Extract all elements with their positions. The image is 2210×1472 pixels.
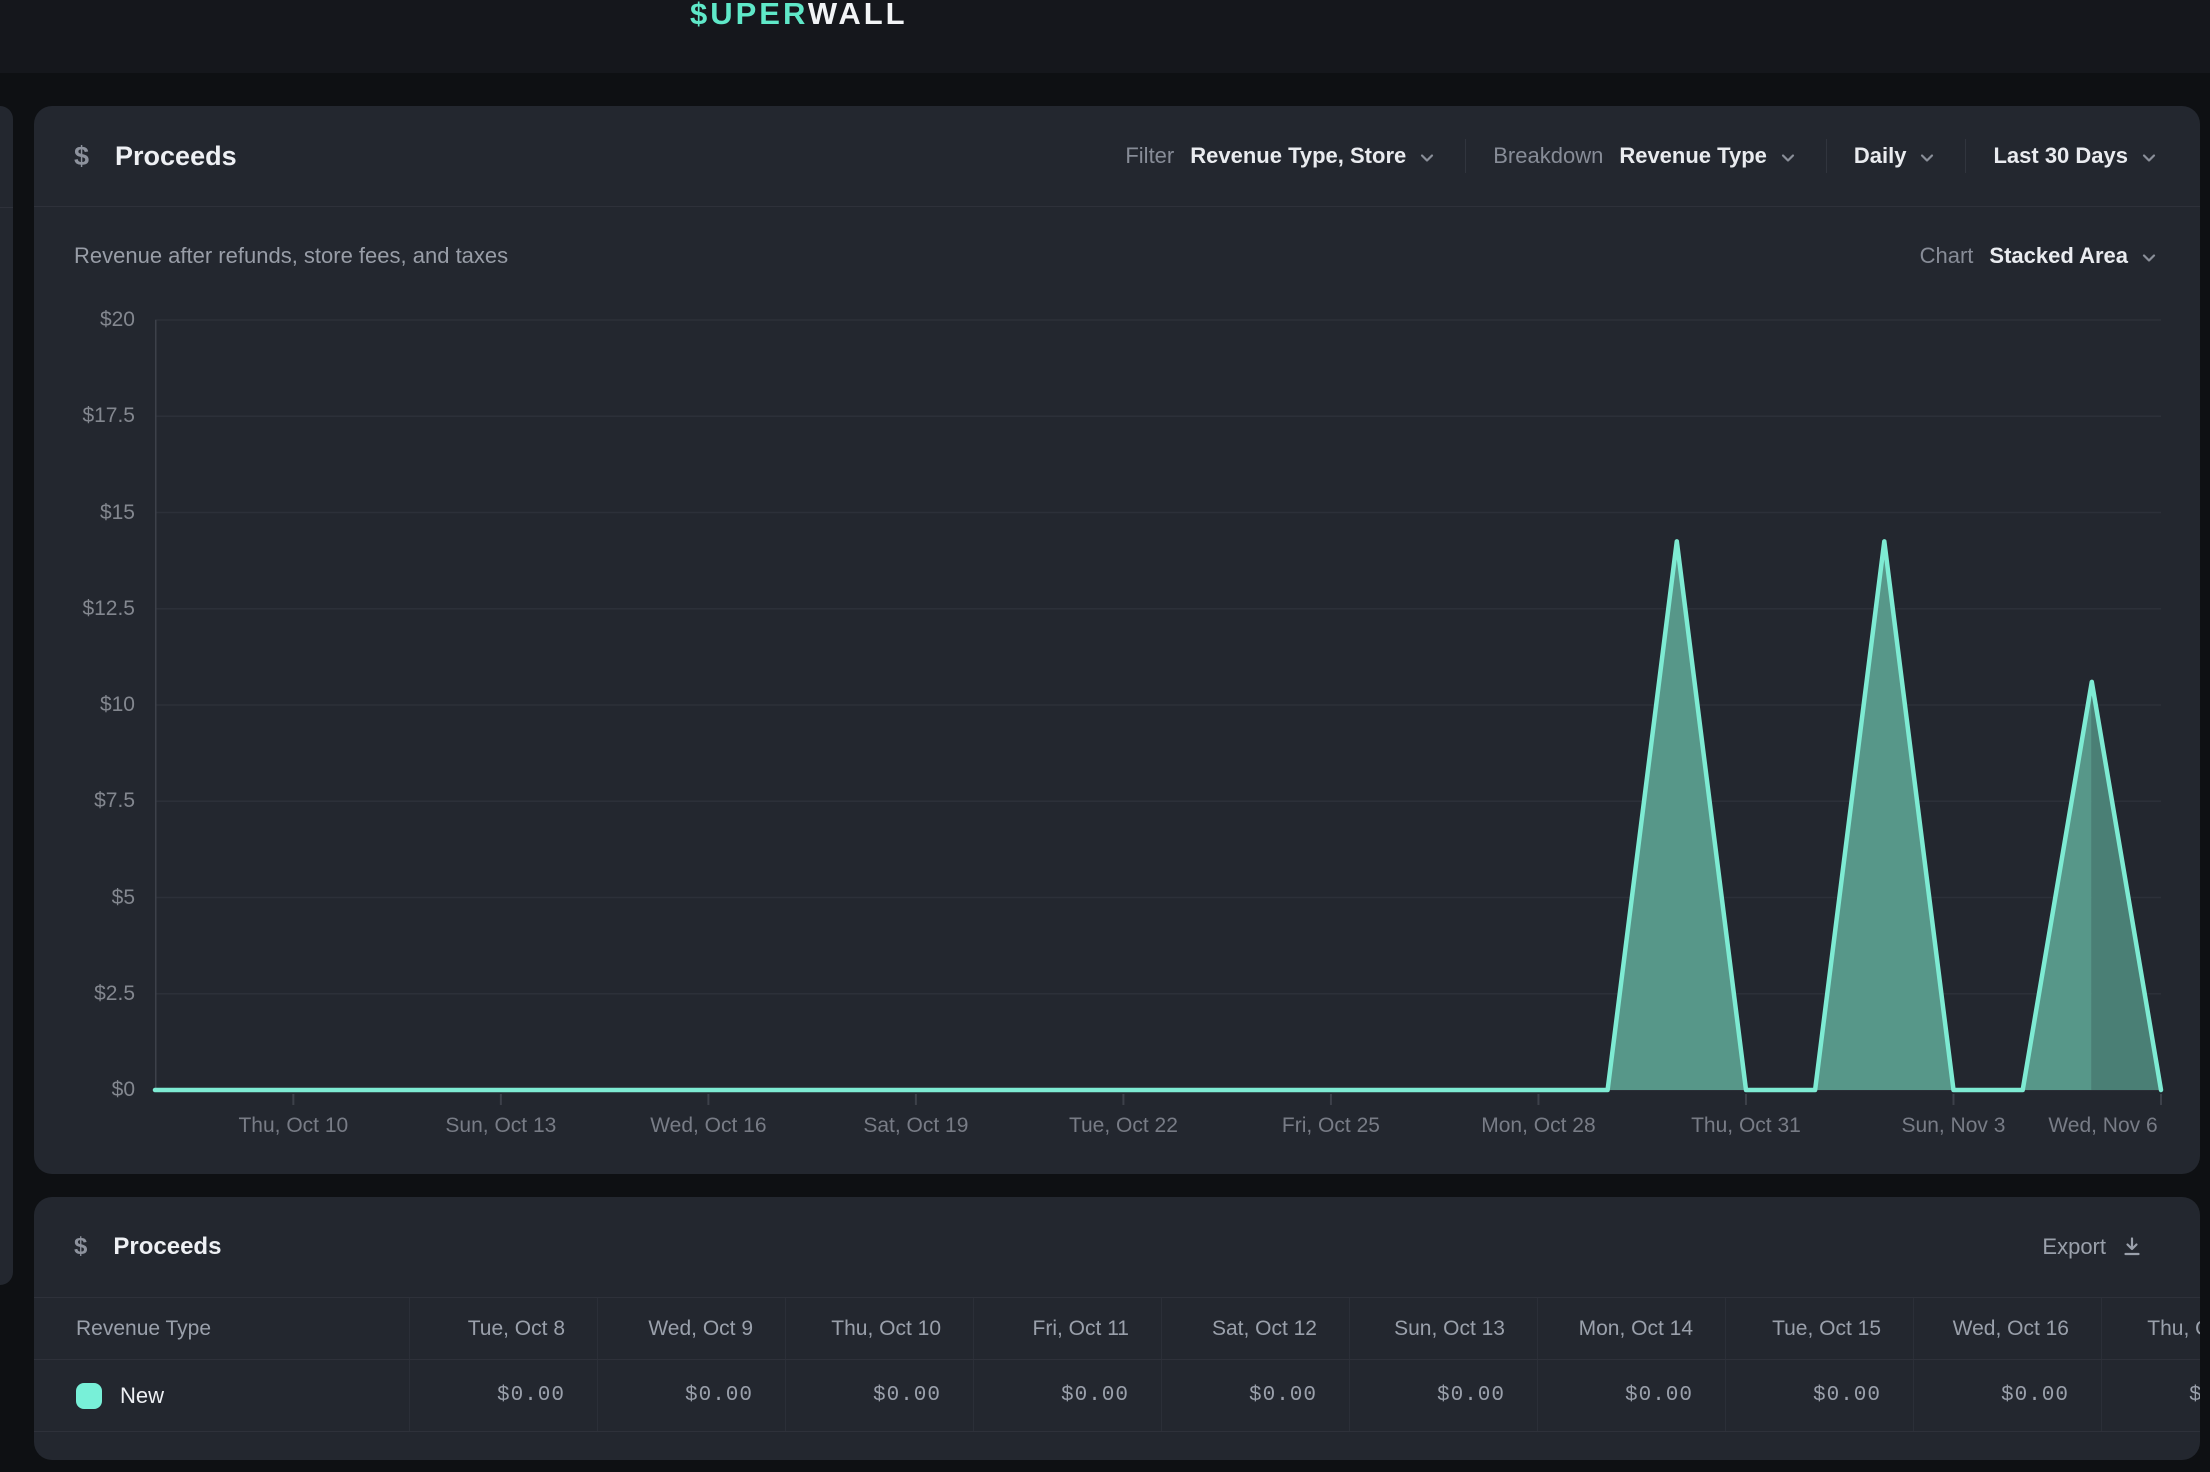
y-axis-tick-label: $17.5	[25, 403, 135, 429]
chart-type-value: Stacked Area	[1989, 243, 2128, 269]
x-axis-tick-label: Wed, Nov 6	[1993, 1114, 2210, 1138]
chart-panel-title-group: $ Proceeds	[74, 141, 237, 172]
column-header: Thu, Oct 17	[2101, 1298, 2200, 1359]
column-header: Wed, Oct 9	[597, 1298, 785, 1359]
granularity-value: Daily	[1854, 143, 1907, 169]
granularity-dropdown[interactable]: Daily	[1854, 143, 1939, 169]
chart-subtitle: Revenue after refunds, store fees, and t…	[74, 243, 508, 269]
column-header: Sun, Oct 13	[1349, 1298, 1537, 1359]
column-header: Tue, Oct 8	[409, 1298, 597, 1359]
x-axis-tick-label: Wed, Oct 16	[598, 1114, 818, 1138]
y-axis-tick-label: $0	[25, 1077, 135, 1103]
dollar-icon: $	[74, 1233, 87, 1261]
proceeds-table-panel: $ Proceeds Export Revenue TypeTue, Oct 8…	[34, 1197, 2200, 1460]
y-axis-tick-label: $12.5	[25, 596, 135, 622]
chart-plot-area[interactable]: $20$17.5$15$12.5$10$7.5$5$2.5$0 Thu, Oct…	[155, 320, 2161, 1090]
column-header: Sat, Oct 12	[1161, 1298, 1349, 1359]
chart-type-dropdown[interactable]: Chart Stacked Area	[1920, 243, 2160, 269]
series-label: New	[120, 1383, 164, 1409]
y-axis-tick-label: $10	[25, 692, 135, 718]
breakdown-label: Breakdown	[1493, 143, 1603, 169]
chart-panel-header: $ Proceeds Filter Revenue Type, Store Br…	[34, 106, 2200, 207]
revenue-type-cell: New	[34, 1360, 409, 1431]
proceeds-chart-panel: $ Proceeds Filter Revenue Type, Store Br…	[34, 106, 2200, 1174]
logo-rest-text: WALL	[808, 0, 908, 31]
date-range-value: Last 30 Days	[1993, 143, 2128, 169]
value-cell: $0.00	[785, 1360, 973, 1431]
chart-panel-title: Proceeds	[115, 141, 237, 172]
value-cell: $0.00	[597, 1360, 785, 1431]
filter-dropdown[interactable]: Filter Revenue Type, Store	[1125, 143, 1438, 169]
filter-divider	[1465, 139, 1466, 173]
column-header: Fri, Oct 11	[973, 1298, 1161, 1359]
x-axis-tick-label: Mon, Oct 28	[1428, 1114, 1648, 1138]
value-cell: $0.00	[409, 1360, 597, 1431]
chart-type-label: Chart	[1920, 243, 1974, 269]
series-color-swatch	[76, 1383, 102, 1409]
proceeds-chart-svg	[155, 320, 2161, 1110]
value-cell: $0.00	[1537, 1360, 1725, 1431]
breakdown-dropdown[interactable]: Breakdown Revenue Type	[1493, 143, 1799, 169]
filter-value: Revenue Type, Store	[1190, 143, 1406, 169]
x-axis-tick-label: Sun, Oct 13	[391, 1114, 611, 1138]
date-range-dropdown[interactable]: Last 30 Days	[1993, 143, 2160, 169]
value-cell: $0.00	[2101, 1360, 2200, 1431]
table-panel-title: Proceeds	[113, 1233, 221, 1261]
value-cell: $0.00	[1913, 1360, 2101, 1431]
export-button[interactable]: Export	[2042, 1234, 2144, 1260]
filter-label: Filter	[1125, 143, 1174, 169]
filter-divider	[1826, 139, 1827, 173]
adjacent-panel-divider	[0, 207, 13, 208]
filter-divider	[1965, 139, 1966, 173]
x-axis-tick-label: Thu, Oct 10	[183, 1114, 403, 1138]
y-axis-tick-label: $2.5	[25, 981, 135, 1007]
x-axis-tick-label: Fri, Oct 25	[1221, 1114, 1441, 1138]
y-axis-tick-label: $5	[25, 885, 135, 911]
download-icon	[2120, 1235, 2144, 1259]
chevron-down-icon	[2138, 247, 2160, 269]
breakdown-value: Revenue Type	[1619, 143, 1767, 169]
column-header: Tue, Oct 15	[1725, 1298, 1913, 1359]
value-cell: $0.00	[973, 1360, 1161, 1431]
dollar-icon: $	[74, 141, 89, 172]
chevron-down-icon	[1916, 147, 1938, 169]
export-label: Export	[2042, 1234, 2106, 1260]
chevron-down-icon	[1777, 147, 1799, 169]
value-cell: $0.00	[1161, 1360, 1349, 1431]
chevron-down-icon	[2138, 147, 2160, 169]
x-axis-tick-label: Thu, Oct 31	[1636, 1114, 1856, 1138]
top-navigation-bar: $UPERWALL	[0, 0, 2210, 73]
table-header-row: Revenue TypeTue, Oct 8Wed, Oct 9Thu, Oct…	[34, 1298, 2200, 1360]
table-row: New $0.00$0.00$0.00$0.00$0.00$0.00$0.00$…	[34, 1360, 2200, 1432]
y-axis-tick-label: $15	[25, 500, 135, 526]
x-axis-tick-label: Tue, Oct 22	[1013, 1114, 1233, 1138]
table-panel-header: $ Proceeds Export	[34, 1197, 2200, 1297]
column-header: Mon, Oct 14	[1537, 1298, 1725, 1359]
value-cell: $0.00	[1725, 1360, 1913, 1431]
y-axis-tick-label: $7.5	[25, 788, 135, 814]
y-axis-tick-label: $20	[25, 307, 135, 333]
column-header: Wed, Oct 16	[1913, 1298, 2101, 1359]
logo-accent-text: $UPER	[690, 0, 808, 31]
column-header: Revenue Type	[34, 1298, 409, 1359]
column-header: Thu, Oct 10	[785, 1298, 973, 1359]
proceeds-table: Revenue TypeTue, Oct 8Wed, Oct 9Thu, Oct…	[34, 1297, 2200, 1432]
x-axis-tick-label: Sat, Oct 19	[806, 1114, 1026, 1138]
filter-bar: Filter Revenue Type, Store Breakdown Rev…	[1125, 139, 2160, 173]
adjacent-panel-edge	[0, 106, 13, 1285]
chevron-down-icon	[1416, 147, 1438, 169]
value-cell: $0.00	[1349, 1360, 1537, 1431]
chart-sub-row: Revenue after refunds, store fees, and t…	[34, 243, 2200, 269]
table-panel-title-group: $ Proceeds	[74, 1233, 221, 1261]
superwall-logo: $UPERWALL	[690, 0, 908, 32]
